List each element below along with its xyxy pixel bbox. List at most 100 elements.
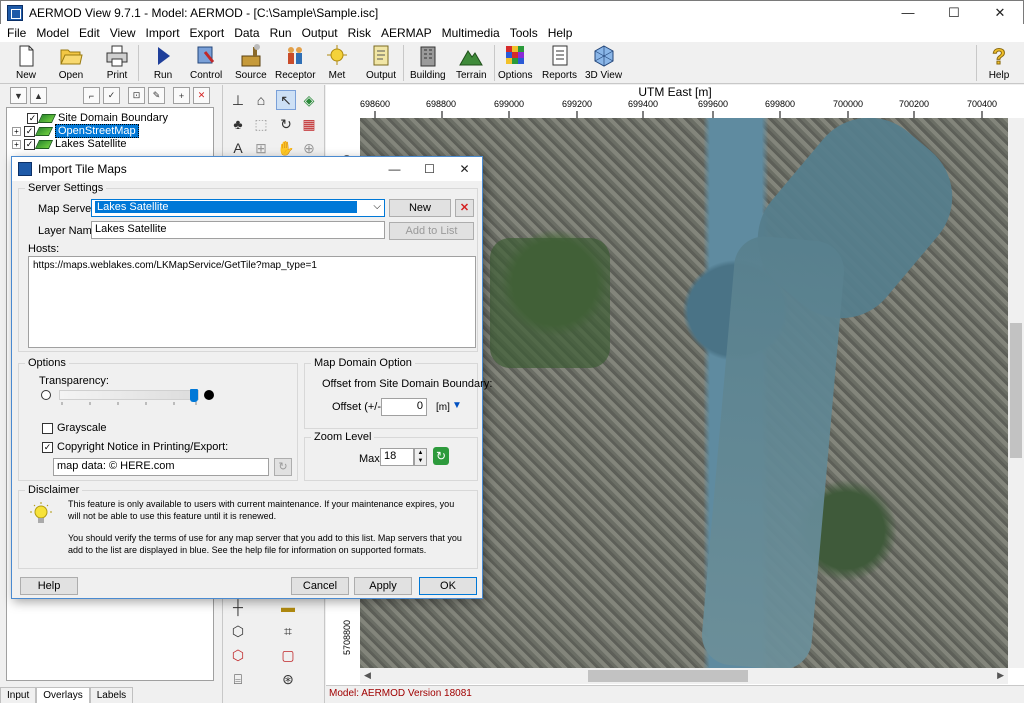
grid-tool-icon[interactable]: ⊞ — [251, 138, 271, 158]
apply-button[interactable]: Apply — [354, 577, 412, 595]
rotate-tool-icon[interactable]: ↻ — [276, 114, 296, 134]
terrain-button[interactable]: Terrain — [456, 44, 487, 82]
hosts-textarea[interactable]: https://maps.weblakes.com/LKMapService/G… — [28, 256, 476, 348]
layer-name-input[interactable]: Lakes Satellite — [91, 221, 385, 239]
output-button[interactable]: Output — [366, 44, 396, 82]
tree-item-lakes-satellite[interactable]: + ✓ Lakes Satellite — [12, 137, 127, 151]
delete-server-icon[interactable]: ✕ — [455, 199, 474, 217]
menu-help[interactable]: Help — [543, 26, 578, 40]
copyright-reset-icon[interactable]: ↻ — [274, 458, 292, 476]
help-toolbar-button[interactable]: ? Help — [986, 44, 1012, 82]
copyright-notice-input[interactable]: map data: © HERE.com — [53, 458, 269, 476]
control-button[interactable]: Control — [190, 44, 222, 82]
tree-expand-icon[interactable]: + — [12, 139, 21, 149]
box-delete-icon[interactable]: ⬡ — [228, 645, 248, 665]
move-down-icon[interactable]: ▼ — [10, 87, 27, 104]
minimize-button[interactable]: — — [885, 1, 931, 24]
menu-edit[interactable]: Edit — [74, 26, 105, 40]
pan-tool-icon[interactable]: ✋ — [276, 138, 296, 158]
transparency-slider[interactable] — [59, 389, 199, 402]
tree-expand-icon[interactable]: + — [12, 126, 21, 136]
ruler-icon[interactable]: ▬ — [278, 597, 298, 617]
run-button[interactable]: Run — [150, 44, 176, 82]
help-button[interactable]: Help — [20, 577, 78, 595]
source-tool-icon[interactable]: ♣ — [228, 114, 248, 134]
cancel-button[interactable]: Cancel — [291, 577, 349, 595]
scroll-left-icon[interactable]: ◀ — [364, 670, 371, 681]
crop-tool-icon[interactable]: ⌗ — [278, 621, 298, 641]
grayscale-checkbox[interactable] — [42, 423, 53, 434]
box-tool-icon[interactable]: ⬡ — [228, 621, 248, 641]
building-button[interactable]: Building — [410, 44, 446, 82]
new-server-button[interactable]: New — [389, 199, 451, 217]
zoom-tool-icon[interactable]: ⊕ — [299, 138, 319, 158]
menu-import[interactable]: Import — [141, 26, 185, 40]
menu-export[interactable]: Export — [185, 26, 230, 40]
maximize-button[interactable]: ☐ — [931, 1, 977, 24]
menu-multimedia[interactable]: Multimedia — [437, 26, 505, 40]
menu-view[interactable]: View — [105, 26, 141, 40]
axis-tool-icon[interactable]: ┼ — [228, 597, 248, 617]
met-button[interactable]: Met — [324, 44, 350, 82]
layer-checkbox[interactable]: ✓ — [24, 125, 35, 137]
globe-icon[interactable]: ⊛ — [278, 669, 298, 689]
layer-check-icon[interactable]: ✓ — [103, 87, 120, 104]
dialog-maximize-button[interactable]: ☐ — [412, 157, 447, 181]
new-button[interactable]: New — [13, 44, 39, 82]
reports-button[interactable]: Reports — [542, 44, 577, 82]
options-button[interactable]: Options — [498, 44, 532, 82]
dialog-minimize-button[interactable]: — — [377, 157, 412, 181]
building-tool-icon[interactable]: ⌂ — [251, 90, 271, 110]
unit-dropdown-icon[interactable]: ▼ — [452, 400, 462, 411]
horizontal-scroll-thumb[interactable] — [588, 670, 748, 682]
zoom-max-input[interactable]: 18 — [380, 448, 414, 466]
menu-tools[interactable]: Tools — [505, 26, 543, 40]
tab-labels[interactable]: Labels — [89, 687, 134, 703]
measure-icon[interactable]: ⊥ — [228, 90, 248, 110]
horizontal-scrollbar[interactable]: ◀ ▶ — [360, 668, 1008, 684]
close-button[interactable]: ✕ — [977, 1, 1023, 24]
menu-risk[interactable]: Risk — [343, 26, 376, 40]
layer-props-icon[interactable]: ⌐ — [83, 87, 100, 104]
layer-delete-icon[interactable]: ✕ — [193, 87, 210, 104]
source-button[interactable]: Source — [235, 44, 267, 82]
move-up-icon[interactable]: ▲ — [30, 87, 47, 104]
tab-overlays[interactable]: Overlays — [36, 687, 90, 703]
receptor-button[interactable]: Receptor — [275, 44, 316, 82]
3d-view-button[interactable]: 3D View — [585, 44, 622, 82]
vertical-scrollbar[interactable] — [1008, 118, 1024, 668]
menu-aermap[interactable]: AERMAP — [376, 26, 437, 40]
tree-item-openstreetmap[interactable]: + ✓ OpenStreetMap — [12, 124, 139, 138]
copyright-checkbox[interactable]: ✓ — [42, 442, 53, 453]
layer-add-icon[interactable]: + — [173, 87, 190, 104]
menu-run[interactable]: Run — [265, 26, 297, 40]
area-tool-icon[interactable]: ⬚ — [251, 114, 271, 134]
text-tool-icon[interactable]: A — [228, 138, 248, 158]
select-pointer-icon[interactable]: ↖ — [276, 90, 296, 110]
scroll-right-icon[interactable]: ▶ — [997, 670, 1004, 681]
map-server-select[interactable]: Lakes Satellite ⌵ — [91, 199, 385, 217]
frame-tool-icon[interactable]: ▢ — [278, 645, 298, 665]
refresh-icon[interactable]: ↻ — [433, 447, 449, 465]
cylinder-tool-icon[interactable]: ⌸ — [228, 669, 248, 689]
menu-data[interactable]: Data — [229, 26, 264, 40]
menu-output[interactable]: Output — [297, 26, 343, 40]
layer-edit-icon[interactable]: ✎ — [148, 87, 165, 104]
tab-input[interactable]: Input — [0, 687, 37, 703]
color-grid-icon[interactable]: ▦ — [299, 114, 319, 134]
ok-button[interactable]: OK — [419, 577, 477, 595]
menu-file[interactable]: File — [2, 26, 31, 40]
vertical-scroll-thumb[interactable] — [1010, 323, 1022, 458]
tree-item-site-domain[interactable]: ✓ Site Domain Boundary — [27, 111, 168, 125]
print-button[interactable]: Print — [104, 44, 130, 82]
layer-tool-icon[interactable]: ◈ — [299, 90, 319, 110]
add-to-list-button[interactable]: Add to List — [389, 222, 474, 240]
open-button[interactable]: Open — [58, 44, 84, 82]
layer-checkbox[interactable]: ✓ — [24, 138, 35, 150]
menu-model[interactable]: Model — [31, 26, 74, 40]
layer-checkbox[interactable]: ✓ — [27, 112, 38, 124]
layer-tool-icon[interactable]: ⊡ — [128, 87, 145, 104]
dialog-close-button[interactable]: ✕ — [447, 157, 482, 181]
offset-input[interactable]: 0 — [381, 398, 427, 416]
zoom-spinner-icon[interactable]: ▲ ▼ — [414, 448, 427, 466]
